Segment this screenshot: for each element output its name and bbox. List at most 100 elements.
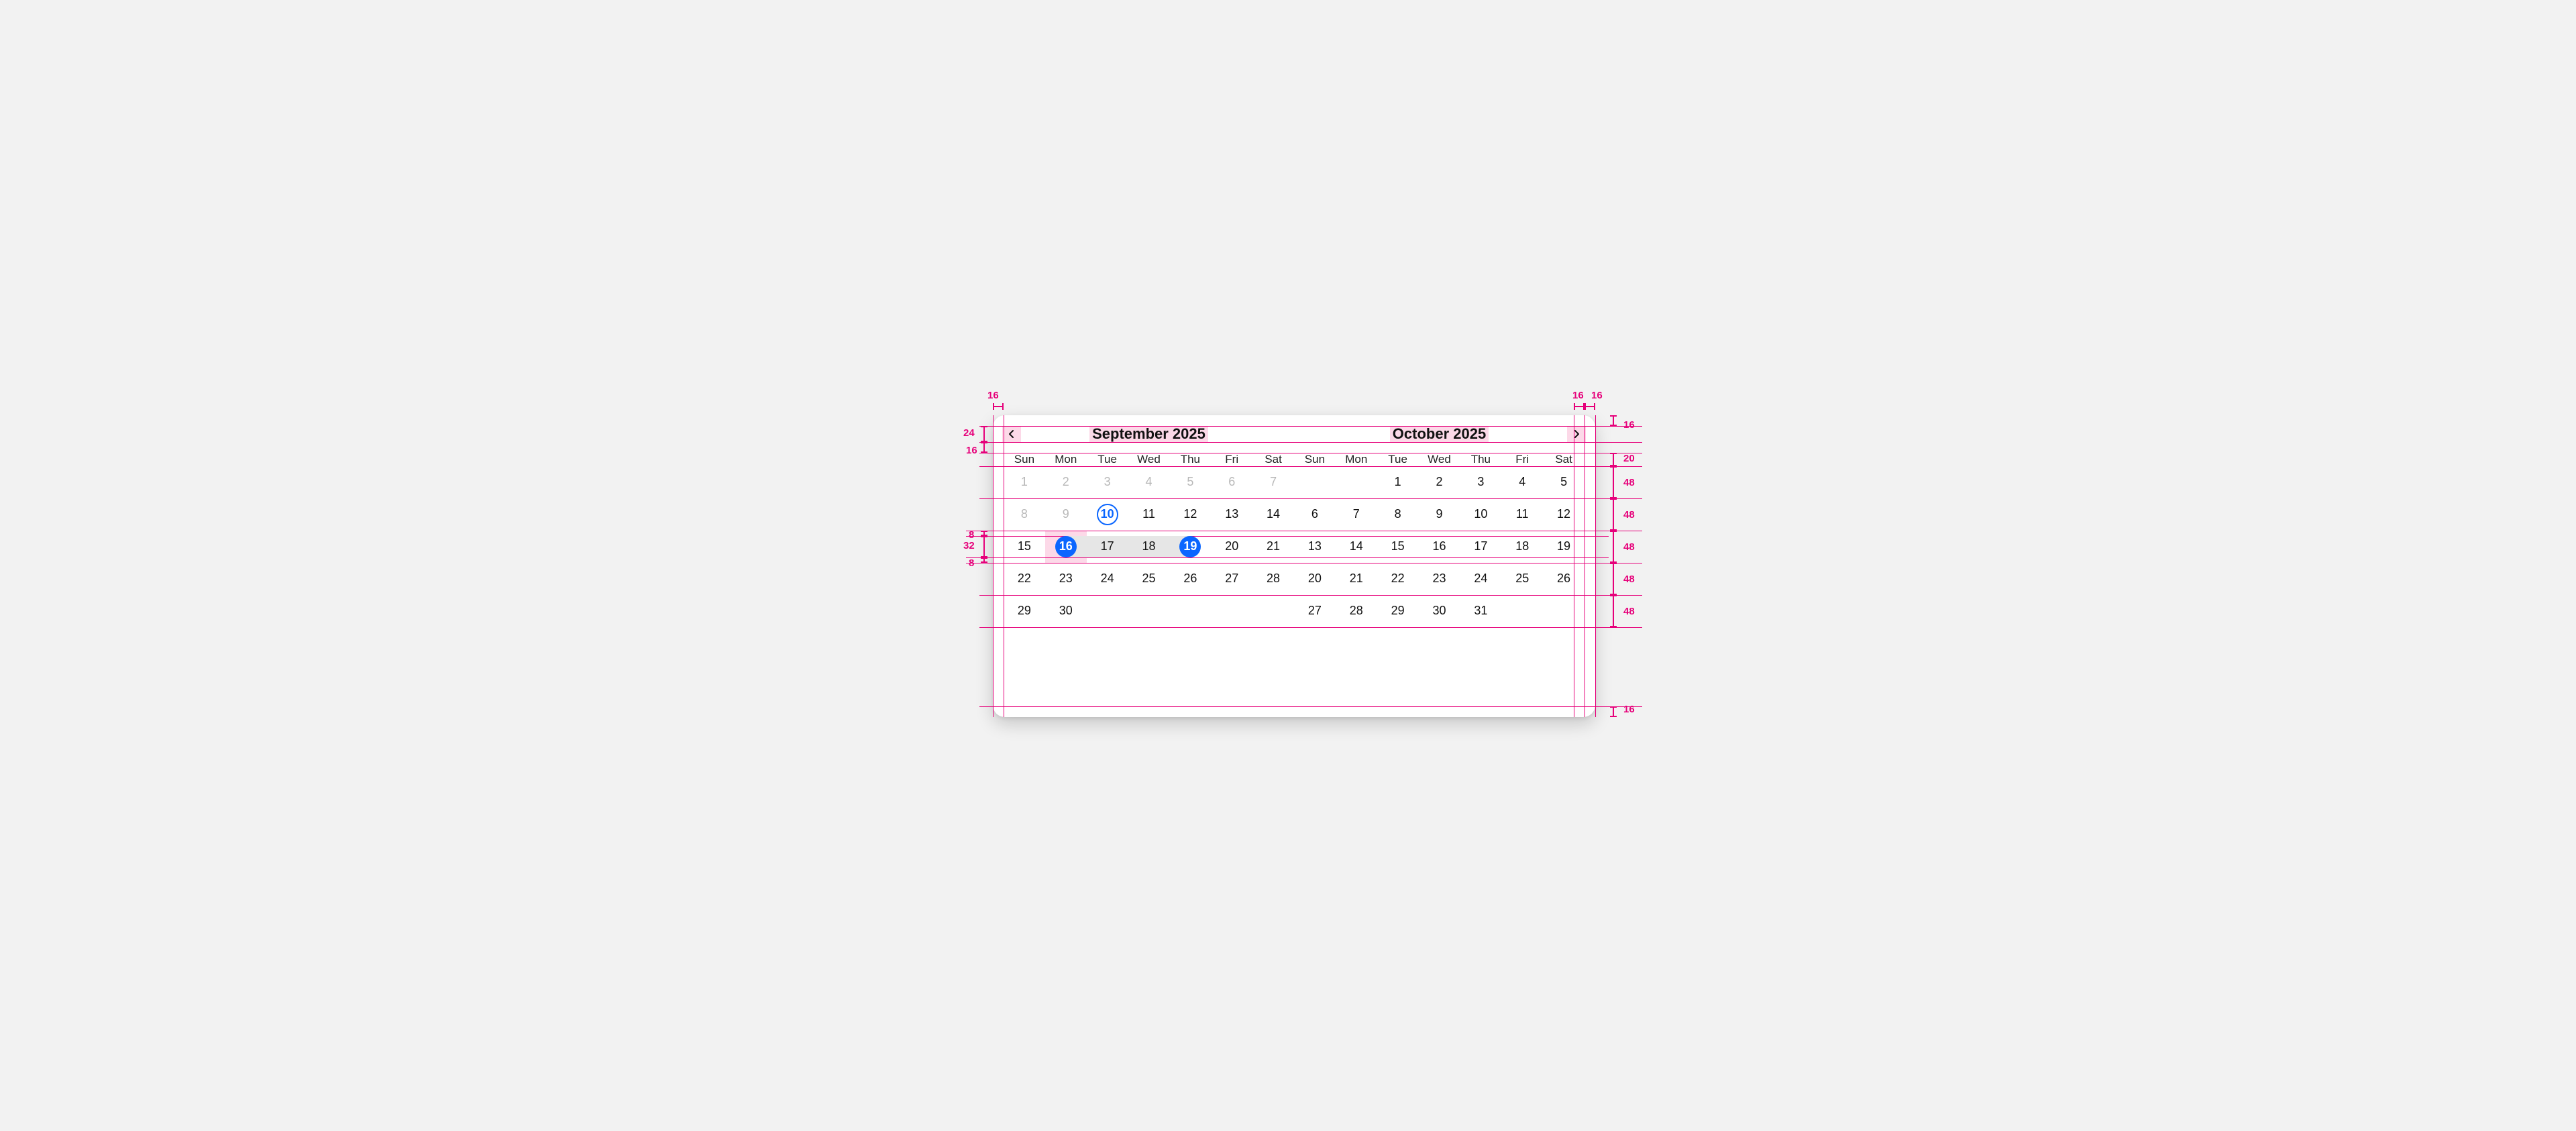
- day-cell[interactable]: 11: [1501, 498, 1543, 531]
- prev-month-button[interactable]: [1002, 426, 1021, 442]
- week-row: 2930: [1004, 595, 1294, 627]
- day-cell[interactable]: 9: [1419, 498, 1460, 531]
- weekday-label: Sun: [1004, 453, 1045, 466]
- day-cell[interactable]: 22: [1004, 563, 1045, 595]
- day-cell[interactable]: 28: [1252, 563, 1294, 595]
- day-number: 7: [1353, 507, 1360, 521]
- week-row: 6 7 8910 11 12: [1294, 498, 1585, 531]
- day-cell[interactable]: 9: [1045, 498, 1087, 531]
- day-number: 8: [1021, 507, 1028, 521]
- day-cell[interactable]: 10: [1460, 498, 1501, 531]
- spec-bracket-icon: [1610, 466, 1617, 498]
- day-number: 6: [1228, 475, 1235, 489]
- spec-measure-label: 16: [966, 445, 977, 456]
- spec-guideline: [993, 415, 994, 717]
- day-cell[interactable]: 25: [1128, 563, 1170, 595]
- months-container: September 2025SunMonTueWedThuFriSat12345…: [1004, 426, 1585, 627]
- spec-measure-label: 32: [963, 540, 975, 551]
- day-number: 11: [1516, 507, 1529, 521]
- day-cell[interactable]: 27: [1211, 563, 1252, 595]
- day-cell[interactable]: 11: [1128, 498, 1170, 531]
- spec-measure-label: 16: [987, 390, 999, 401]
- month-right: October 2025SunMonTueWedThuFriSat1234567…: [1294, 426, 1585, 627]
- day-cell: [1336, 466, 1377, 498]
- day-number: 20: [1308, 572, 1322, 586]
- day-cell[interactable]: 25: [1501, 563, 1543, 595]
- day-number: 23: [1059, 572, 1073, 586]
- day-cell[interactable]: 7: [1252, 466, 1294, 498]
- weekday-label: Fri: [1211, 453, 1252, 466]
- day-number: 13: [1308, 539, 1322, 553]
- day-cell[interactable]: 14: [1252, 498, 1294, 531]
- day-cell[interactable]: 2: [1419, 466, 1460, 498]
- day-cell[interactable]: 20: [1294, 563, 1336, 595]
- day-number: 3: [1104, 475, 1111, 489]
- day-number: 25: [1142, 572, 1155, 586]
- weekday-label: Tue: [1087, 453, 1128, 466]
- day-number: 5: [1560, 475, 1567, 489]
- day-cell[interactable]: 6: [1294, 498, 1336, 531]
- day-cell[interactable]: 31: [1460, 595, 1501, 627]
- weekday-header-row: SunMonTueWedThuFriSat: [1004, 453, 1294, 466]
- day-cell: [1128, 595, 1170, 627]
- day-cell[interactable]: 7: [1336, 498, 1377, 531]
- spec-bracket-icon: [1610, 498, 1617, 531]
- day-cell[interactable]: 27: [1294, 595, 1336, 627]
- day-cell[interactable]: 26: [1169, 563, 1211, 595]
- today-day[interactable]: 10: [1087, 498, 1128, 531]
- day-cell[interactable]: 1: [1377, 466, 1419, 498]
- day-cell[interactable]: 8: [1377, 498, 1419, 531]
- day-number: 24: [1474, 572, 1487, 586]
- day-number: 28: [1350, 604, 1363, 618]
- weekday-label: Wed: [1419, 453, 1460, 466]
- spec-guideline: [979, 627, 1642, 628]
- day-cell[interactable]: 29: [1377, 595, 1419, 627]
- day-cell[interactable]: 22: [1377, 563, 1419, 595]
- day-cell[interactable]: 12: [1169, 498, 1211, 531]
- day-cell[interactable]: 23: [1419, 563, 1460, 595]
- day-cell[interactable]: 23: [1045, 563, 1087, 595]
- day-cell[interactable]: 26: [1543, 563, 1585, 595]
- spec-bracket-icon: [981, 536, 987, 557]
- day-cell[interactable]: 30: [1045, 595, 1087, 627]
- day-number: 15: [1018, 539, 1031, 553]
- day-number: 18: [1515, 539, 1529, 553]
- day-cell[interactable]: 5: [1543, 466, 1585, 498]
- spec-stage: September 2025SunMonTueWedThuFriSat12345…: [773, 335, 1803, 797]
- spec-bracket-icon: [1610, 415, 1617, 426]
- day-number: 26: [1557, 572, 1570, 586]
- day-cell[interactable]: 30: [1419, 595, 1460, 627]
- month-left: September 2025SunMonTueWedThuFriSat12345…: [1004, 426, 1294, 627]
- day-cell[interactable]: 6: [1211, 466, 1252, 498]
- day-number: 29: [1391, 604, 1405, 618]
- week-row: 22 23 24 25 26 27 28: [1004, 563, 1294, 595]
- day-cell[interactable]: 29: [1004, 595, 1045, 627]
- spec-guideline: [979, 426, 1642, 427]
- next-month-button[interactable]: [1567, 426, 1586, 442]
- spec-guideline: [979, 498, 1642, 499]
- spec-guideline: [979, 595, 1642, 596]
- day-number: 14: [1267, 507, 1280, 521]
- day-cell[interactable]: 13: [1211, 498, 1252, 531]
- day-cell[interactable]: 2: [1045, 466, 1087, 498]
- day-cell[interactable]: 3: [1087, 466, 1128, 498]
- day-cell[interactable]: 3: [1460, 466, 1501, 498]
- week-row: 20 212223 24 25 26: [1294, 563, 1585, 595]
- spec-bracket-icon: [981, 442, 987, 453]
- day-cell[interactable]: 24: [1460, 563, 1501, 595]
- day-cell[interactable]: 5: [1169, 466, 1211, 498]
- day-number: 26: [1183, 572, 1197, 586]
- month-header: October 2025: [1294, 426, 1585, 442]
- day-cell[interactable]: 21: [1336, 563, 1377, 595]
- day-number: 27: [1308, 604, 1322, 618]
- day-cell[interactable]: 24: [1087, 563, 1128, 595]
- day-cell[interactable]: 4: [1128, 466, 1170, 498]
- day-cell[interactable]: 8: [1004, 498, 1045, 531]
- day-cell[interactable]: 12: [1543, 498, 1585, 531]
- day-number: 27: [1225, 572, 1238, 586]
- day-cell[interactable]: 1: [1004, 466, 1045, 498]
- day-cell[interactable]: 28: [1336, 595, 1377, 627]
- weekday-header-row: SunMonTueWedThuFriSat: [1294, 453, 1585, 466]
- day-cell: [1252, 595, 1294, 627]
- day-cell[interactable]: 4: [1501, 466, 1543, 498]
